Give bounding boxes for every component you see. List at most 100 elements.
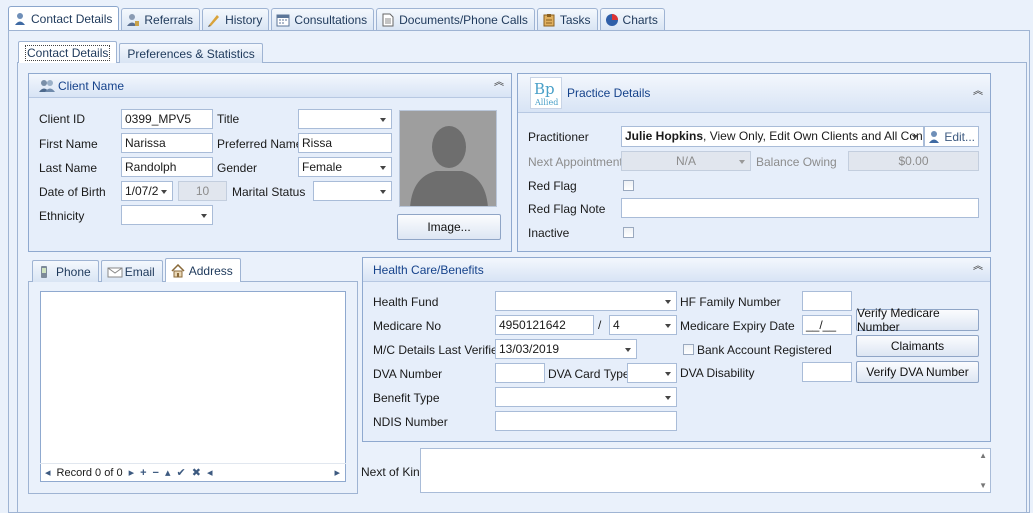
tab-email[interactable]: Email xyxy=(100,260,163,282)
ndis-number-field[interactable] xyxy=(495,411,677,431)
save-record-icon[interactable]: ✔ xyxy=(177,466,186,479)
tab-address[interactable]: Address xyxy=(164,258,241,282)
tab-consultations[interactable]: Consultations xyxy=(271,8,375,30)
inactive-checkbox[interactable] xyxy=(623,227,634,238)
gender-dropdown[interactable]: Female xyxy=(298,157,392,177)
tab-contact-details[interactable]: Contact Details xyxy=(8,6,120,30)
tab-referrals[interactable]: Referrals xyxy=(121,8,201,30)
title-dropdown[interactable] xyxy=(298,109,392,129)
practitioner-label: Practitioner xyxy=(528,130,589,144)
tab-label: Consultations xyxy=(294,12,368,27)
subtab-label: Preferences & Statistics xyxy=(127,46,255,61)
client-id-label: Client ID xyxy=(39,112,86,126)
tab-charts[interactable]: Charts xyxy=(599,8,665,30)
collapse-icon[interactable]: ︽ xyxy=(494,78,504,88)
collapse-icon[interactable]: ︽ xyxy=(973,87,983,97)
delete-record-icon[interactable]: − xyxy=(153,467,159,479)
dva-card-type-label: DVA Card Type xyxy=(548,367,630,381)
dob-field[interactable]: 1/07/2 xyxy=(121,181,173,201)
dva-number-label: DVA Number xyxy=(373,367,443,381)
record-count: Record 0 of 0 xyxy=(56,466,123,479)
next-appointment-label: Next Appointment xyxy=(528,155,623,169)
tasks-icon xyxy=(542,13,556,27)
nav-next-page-icon[interactable]: ▸ xyxy=(129,466,135,479)
user-edit-icon xyxy=(928,130,941,144)
claimants-button[interactable]: Claimants xyxy=(856,335,979,357)
next-of-kin-field[interactable]: ▲ ▼ xyxy=(420,448,991,493)
tab-phone[interactable]: Phone xyxy=(32,260,99,282)
medicare-irn-dropdown[interactable]: 4 xyxy=(609,315,677,335)
last-name-field[interactable]: Randolph xyxy=(121,157,213,177)
verify-dva-button[interactable]: Verify DVA Number xyxy=(856,361,979,383)
ndis-number-label: NDIS Number xyxy=(373,415,448,429)
tab-label: Phone xyxy=(56,264,91,279)
nav-prev-icon[interactable]: ◂ xyxy=(45,466,51,479)
client-name-title: Client Name xyxy=(58,78,125,93)
dva-disability-field[interactable] xyxy=(802,362,852,382)
subtab-contact-details[interactable]: Contact Details xyxy=(18,41,118,63)
medicare-number-field[interactable]: 4950121642 xyxy=(495,315,594,335)
address-list[interactable] xyxy=(40,291,346,482)
dva-card-type-dropdown[interactable] xyxy=(627,363,677,383)
tab-label: Referrals xyxy=(144,12,194,27)
tab-history[interactable]: History xyxy=(202,8,270,30)
sub-tab-bar: Contact Details Preferences & Statistics xyxy=(18,41,263,63)
edit-practitioner-button[interactable]: Edit... xyxy=(924,126,979,147)
person-silhouette-icon xyxy=(410,126,488,206)
medicare-no-label: Medicare No xyxy=(373,319,442,333)
tab-label: Email xyxy=(124,264,155,279)
health-fund-dropdown[interactable] xyxy=(495,291,677,311)
scroll-right-icon[interactable]: ▸ xyxy=(334,466,340,479)
benefit-type-dropdown[interactable] xyxy=(495,387,677,407)
client-id-field[interactable]: 0399_MPV5 xyxy=(121,109,213,129)
edit-record-icon[interactable]: ▴ xyxy=(165,466,171,479)
verify-medicare-button[interactable]: Verify Medicare Number xyxy=(856,306,979,334)
bp-allied-logo: Bp Allied xyxy=(530,77,562,109)
tab-documents-phone-calls[interactable]: Documents/Phone Calls xyxy=(376,8,535,30)
cancel-record-icon[interactable]: ✖ xyxy=(192,466,201,479)
dva-number-field[interactable] xyxy=(495,363,545,383)
contact-tab-bar: Phone Email Address xyxy=(32,258,241,282)
title-label: Title xyxy=(217,112,240,126)
tab-label: Contact Details xyxy=(31,11,113,26)
add-record-icon[interactable]: + xyxy=(140,467,146,479)
collapse-icon[interactable]: ︽ xyxy=(973,262,983,272)
hf-family-number-field[interactable] xyxy=(802,291,852,311)
scroll-left-icon[interactable]: ◂ xyxy=(207,466,213,479)
tab-label: History xyxy=(225,12,263,27)
record-navigator: ◂ Record 0 of 0 ▸ + − ▴ ✔ ✖ ◂ ▸ xyxy=(40,463,346,481)
practice-details-header: Bp Allied Practice Details xyxy=(518,74,990,113)
preferred-name-field[interactable]: Rissa xyxy=(298,133,392,153)
practitioner-name: Julie Hopkins xyxy=(625,129,704,143)
marital-status-dropdown[interactable] xyxy=(313,181,392,201)
health-care-title: Health Care/Benefits xyxy=(373,262,484,277)
dob-label: Date of Birth xyxy=(39,185,106,199)
red-flag-checkbox[interactable] xyxy=(623,180,634,191)
home-icon xyxy=(171,263,185,278)
gender-label: Gender xyxy=(217,161,258,175)
tab-label: Documents/Phone Calls xyxy=(399,12,528,27)
age-field: 10 xyxy=(178,181,227,201)
ethnicity-dropdown[interactable] xyxy=(121,205,213,225)
scroll-up-icon[interactable]: ▲ xyxy=(979,451,987,460)
scroll-down-icon[interactable]: ▼ xyxy=(979,481,987,490)
bank-account-label: Bank Account Registered xyxy=(697,343,832,357)
red-flag-label: Red Flag xyxy=(528,179,577,193)
tab-tasks[interactable]: Tasks xyxy=(536,8,598,30)
client-photo xyxy=(399,110,497,207)
subtab-preferences-statistics[interactable]: Preferences & Statistics xyxy=(119,43,263,63)
dva-disability-label: DVA Disability xyxy=(680,366,755,380)
phone-icon xyxy=(38,265,52,279)
red-flag-note-field[interactable] xyxy=(621,198,979,218)
tab-label: Charts xyxy=(622,12,658,27)
first-name-label: First Name xyxy=(39,137,98,151)
bank-account-checkbox[interactable] xyxy=(683,344,694,355)
practitioner-dropdown[interactable]: Julie Hopkins, View Only, Edit Own Clien… xyxy=(621,126,924,147)
first-name-field[interactable]: Narissa xyxy=(121,133,213,153)
image-button[interactable]: Image... xyxy=(397,214,501,240)
marital-status-label: Marital Status xyxy=(232,185,306,199)
history-icon xyxy=(207,13,221,27)
mc-details-verified-field[interactable]: 13/03/2019 xyxy=(495,339,637,359)
medicare-expiry-field[interactable]: __/__ xyxy=(802,315,852,335)
balance-owing-field: $0.00 xyxy=(848,151,979,171)
